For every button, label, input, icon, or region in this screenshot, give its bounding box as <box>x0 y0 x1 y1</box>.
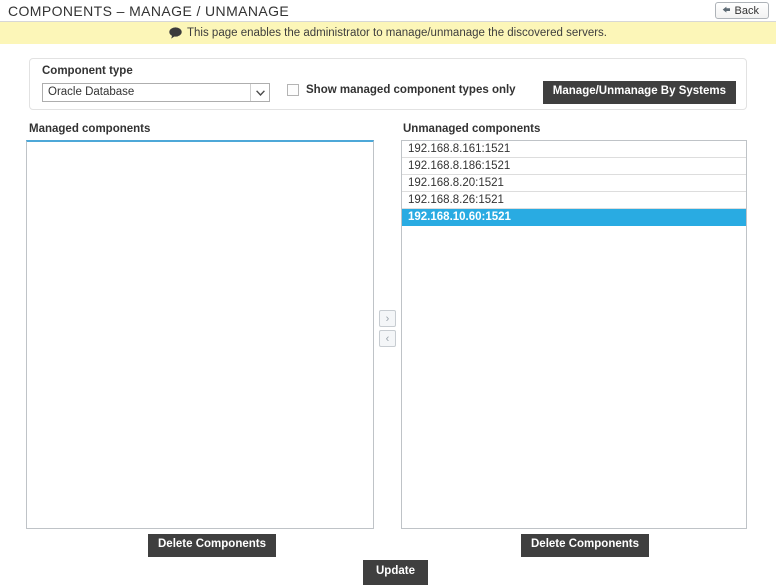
list-item[interactable]: 192.168.10.60:1521 <box>402 209 746 226</box>
page-title: COMPONENTS – MANAGE / UNMANAGE <box>8 3 290 19</box>
move-left-button[interactable]: ‹ <box>379 330 396 347</box>
speech-bubble-icon <box>169 27 182 39</box>
list-item[interactable]: 192.168.8.186:1521 <box>402 158 746 175</box>
unmanaged-components-header: Unmanaged components <box>403 123 541 135</box>
back-button-label: Back <box>734 4 759 17</box>
chevron-right-icon: › <box>385 312 390 325</box>
back-button[interactable]: Back <box>714 2 769 19</box>
component-type-panel: Component type Oracle Database Show mana… <box>29 58 747 110</box>
component-type-selected-value: Oracle Database <box>48 86 135 98</box>
back-arrow-icon <box>722 6 731 15</box>
show-managed-only-label: Show managed component types only <box>306 84 516 96</box>
show-managed-only-row: Show managed component types only <box>287 84 516 96</box>
list-item[interactable]: 192.168.8.26:1521 <box>402 192 746 209</box>
move-right-button[interactable]: › <box>379 310 396 327</box>
delete-managed-components-button[interactable]: Delete Components <box>148 534 276 557</box>
info-bar: This page enables the administrator to m… <box>0 22 776 44</box>
unmanaged-components-list[interactable]: 192.168.8.161:1521 192.168.8.186:1521 192.… <box>401 140 747 529</box>
title-bar: COMPONENTS – MANAGE / UNMANAGE Back <box>0 0 776 22</box>
show-managed-only-checkbox[interactable] <box>287 84 299 96</box>
component-type-select[interactable]: Oracle Database <box>42 83 270 102</box>
list-item[interactable]: 192.168.8.161:1521 <box>402 141 746 158</box>
chevron-left-icon: ‹ <box>385 332 390 345</box>
chevron-down-icon <box>250 84 269 101</box>
update-button[interactable]: Update <box>363 560 428 585</box>
managed-components-header: Managed components <box>29 123 151 135</box>
manage-unmanage-by-systems-button[interactable]: Manage/Unmanage By Systems <box>542 81 736 104</box>
component-type-label: Component type <box>42 65 133 77</box>
info-bar-message: This page enables the administrator to m… <box>187 27 607 39</box>
delete-unmanaged-components-button[interactable]: Delete Components <box>521 534 649 557</box>
managed-components-list[interactable] <box>26 140 374 529</box>
list-item[interactable]: 192.168.8.20:1521 <box>402 175 746 192</box>
